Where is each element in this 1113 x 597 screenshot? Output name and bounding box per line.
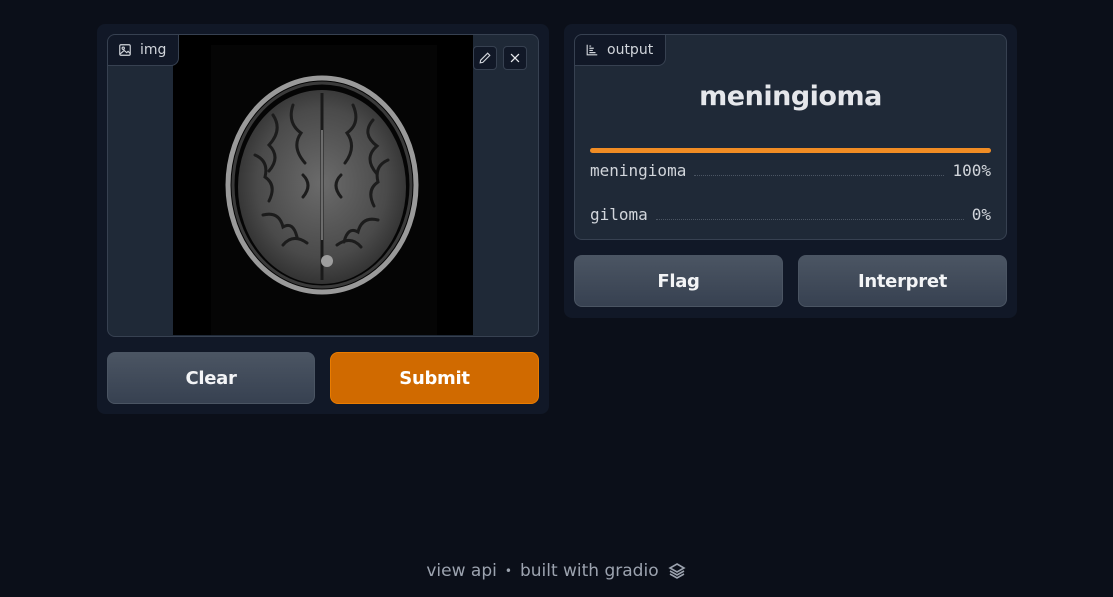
gradio-logo-icon — [667, 563, 686, 579]
confidence-value: 100% — [952, 160, 991, 180]
label-output: output meningioma meningioma 100% giloma… — [574, 34, 1007, 240]
input-panel: img Clear Submit — [97, 24, 549, 414]
close-icon — [510, 53, 520, 63]
pencil-icon — [479, 52, 491, 64]
confidence-row: giloma 0% — [590, 204, 991, 224]
leader-dots — [655, 208, 964, 220]
edit-button[interactable] — [473, 46, 497, 70]
image-label: img — [140, 42, 167, 58]
built-with-gradio-link[interactable]: built with gradio — [520, 561, 659, 581]
mri-image — [173, 35, 473, 335]
image-icon — [119, 44, 131, 56]
confidence-value: 0% — [971, 204, 991, 224]
confidence-bar — [590, 148, 991, 153]
output-label-tag: output — [575, 35, 667, 66]
remove-image-button[interactable] — [503, 46, 527, 70]
interpret-button[interactable]: Interpret — [798, 255, 1007, 307]
output-label: output — [607, 42, 654, 58]
image-label-tag: img — [108, 35, 180, 66]
confidence-bar-fill — [590, 148, 991, 153]
clear-button[interactable]: Clear — [107, 352, 315, 404]
submit-button[interactable]: Submit — [330, 352, 539, 404]
image-input[interactable]: img — [107, 34, 539, 337]
view-api-link[interactable]: view api — [426, 561, 496, 581]
bar-chart-icon — [586, 44, 598, 56]
footer: view api • built with gradio — [0, 561, 1113, 581]
confidence-label: meningioma — [590, 160, 687, 180]
footer-separator: • — [504, 564, 512, 578]
flag-button[interactable]: Flag — [574, 255, 783, 307]
confidence-row: meningioma 100% — [590, 160, 991, 180]
confidence-label: giloma — [590, 204, 648, 224]
output-panel: output meningioma meningioma 100% giloma… — [564, 24, 1017, 318]
leader-dots — [694, 164, 945, 176]
predicted-label: meningioma — [699, 81, 882, 112]
